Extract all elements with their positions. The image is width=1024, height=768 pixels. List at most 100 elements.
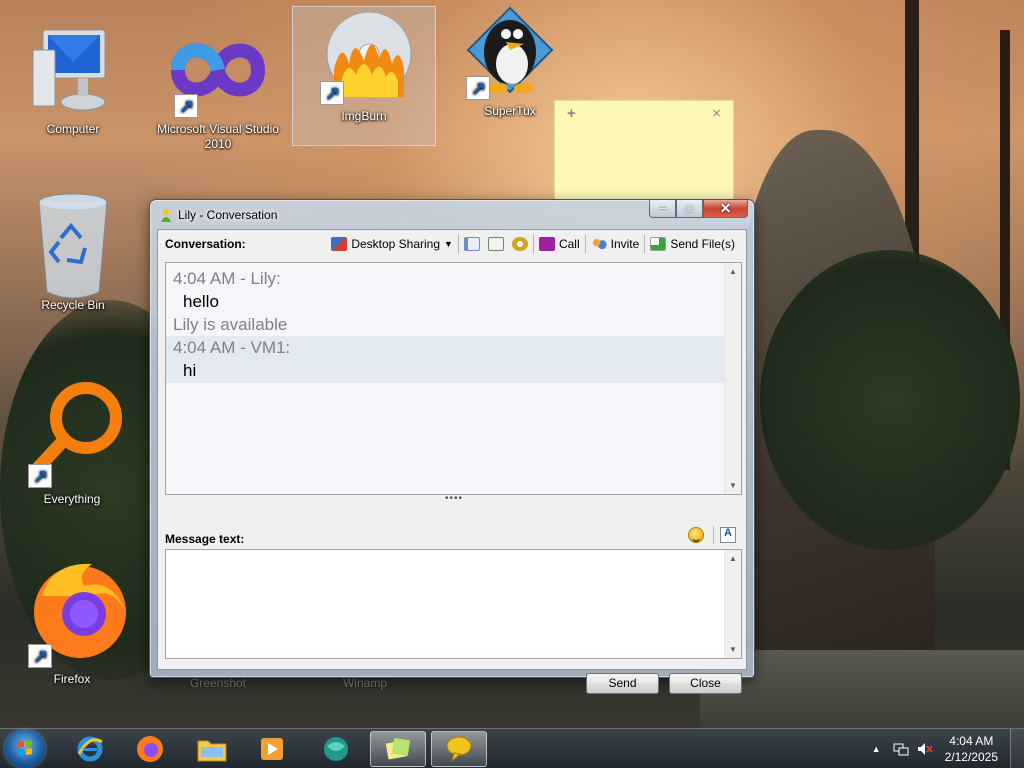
- invite-users-icon: [590, 237, 607, 251]
- window-title: Lily - Conversation: [178, 208, 278, 222]
- desktop-icon-recycle-bin[interactable]: Recycle Bin: [8, 192, 138, 313]
- toolbar-separator: [584, 235, 586, 253]
- toolbar-separator: [457, 235, 459, 253]
- toolbar-separator: [644, 235, 646, 253]
- taskbar-explorer[interactable]: [184, 731, 240, 767]
- scroll-up-arrow-icon[interactable]: ▲: [725, 263, 741, 280]
- close-button[interactable]: Close: [669, 673, 742, 694]
- desktop-icon-computer[interactable]: Computer: [8, 22, 138, 137]
- invite-button[interactable]: Invite: [587, 233, 644, 255]
- clock-time: 4:04 AM: [949, 734, 994, 748]
- message-text: hi: [183, 361, 197, 380]
- scroll-down-arrow-icon[interactable]: ▼: [725, 641, 741, 658]
- minimize-icon: ─: [658, 202, 667, 215]
- network-icon[interactable]: [893, 742, 909, 756]
- invite-label: Invite: [610, 237, 640, 251]
- window-close-button[interactable]: ✕: [703, 200, 748, 218]
- desktop-sharing-icon: [331, 237, 348, 251]
- desktop-icon-label: Microsoft Visual Studio 2010: [157, 122, 279, 151]
- visual-studio-icon: [168, 22, 268, 122]
- sticky-notes-icon: [385, 737, 411, 760]
- send-file-icon: [650, 237, 667, 251]
- show-hidden-icons-arrow-icon[interactable]: ▲: [872, 744, 881, 754]
- taskbar-sticky-notes[interactable]: [370, 731, 426, 767]
- background-foliage: [760, 250, 1020, 550]
- desktop-icon-everything[interactable]: Everything: [7, 378, 137, 507]
- games-button[interactable]: [508, 233, 532, 255]
- desktop-icon-label: Winamp: [342, 676, 387, 690]
- desktop-icon-label: Firefox: [53, 672, 91, 686]
- scroll-up-arrow-icon[interactable]: ▲: [725, 550, 741, 567]
- desktop-icon-imgburn[interactable]: ImgBurn: [292, 6, 436, 146]
- computer-icon: [23, 22, 123, 122]
- conversation-label: Conversation:: [165, 237, 246, 251]
- taskbar-clock[interactable]: 4:04 AM 2/12/2025: [945, 733, 998, 765]
- toolbar-separator: [532, 235, 534, 253]
- history-scrollbar[interactable]: ▲ ▼: [724, 263, 741, 494]
- show-desktop-button[interactable]: [1010, 729, 1024, 768]
- globe-icon: [324, 737, 348, 761]
- desktop-icon-label: Everything: [43, 492, 101, 506]
- chat-bubble-icon: [446, 736, 472, 763]
- minimize-button[interactable]: ─: [649, 200, 676, 218]
- recycle-bin-icon: [23, 192, 123, 299]
- desktop-icon-greenshot-label[interactable]: Greenshot: [153, 676, 283, 691]
- scroll-down-arrow-icon[interactable]: ▼: [725, 477, 741, 494]
- conversation-history[interactable]: 4:04 AM - Lily: hello Lily is available …: [165, 262, 742, 495]
- desktop-icon-visual-studio[interactable]: Microsoft Visual Studio 2010: [153, 22, 283, 152]
- toolbar-separator: [713, 526, 714, 544]
- taskbar-media-player[interactable]: [244, 731, 300, 767]
- close-icon: ✕: [719, 200, 732, 216]
- sticky-note[interactable]: + ×: [554, 100, 734, 200]
- message-text-label: Message text:: [165, 532, 245, 546]
- taskbar-firefox[interactable]: [122, 731, 178, 767]
- conversation-window[interactable]: Lily - Conversation ─ □ ✕ Conversation: …: [149, 199, 755, 694]
- message-input[interactable]: [166, 550, 724, 656]
- folder-icon: [197, 740, 227, 762]
- volume-muted-icon[interactable]: [917, 742, 933, 756]
- history-button[interactable]: [460, 233, 484, 255]
- call-button[interactable]: Call: [535, 233, 584, 255]
- everything-icon: [22, 378, 122, 488]
- desktop-icon-winamp-label[interactable]: Winamp: [300, 676, 430, 691]
- call-label: Call: [558, 237, 580, 251]
- desktop-sharing-button[interactable]: Desktop Sharing ▼: [327, 233, 457, 255]
- start-button[interactable]: [5, 730, 45, 768]
- taskbar-internet-explorer[interactable]: [62, 731, 118, 767]
- history-icon: [463, 237, 480, 251]
- desktop-icon-label: ImgBurn: [341, 109, 387, 123]
- sticky-close-button[interactable]: ×: [712, 105, 721, 122]
- message-text: hello: [183, 292, 219, 311]
- taskbar-network-app[interactable]: [308, 731, 364, 767]
- taskbar-messenger[interactable]: [431, 731, 487, 767]
- font-format-icon[interactable]: [720, 527, 736, 543]
- send-files-button[interactable]: Send File(s): [646, 233, 739, 255]
- buddy-app-icon: [161, 209, 171, 222]
- notes-button[interactable]: [484, 233, 508, 255]
- emoticon-icon[interactable]: [688, 527, 704, 543]
- message-meta: 4:04 AM - Lily:: [173, 269, 281, 288]
- chevron-down-icon: ▼: [444, 239, 453, 249]
- imgburn-icon: [314, 9, 414, 109]
- caption-buttons: ─ □ ✕: [649, 200, 748, 218]
- maximize-icon: □: [686, 202, 693, 215]
- sticky-add-button[interactable]: +: [567, 105, 576, 122]
- gear-icon: [511, 237, 528, 251]
- system-tray: ▲ 4:04 AM 2/12/2025: [872, 729, 1024, 768]
- input-scrollbar[interactable]: ▲ ▼: [724, 550, 741, 658]
- message-entry: 4:04 AM - Lily: hello: [166, 263, 741, 313]
- splitter-grip[interactable]: ••••: [445, 494, 463, 504]
- window-body: Conversation: Desktop Sharing ▼ Call Inv…: [157, 229, 747, 694]
- message-input-box[interactable]: ▲ ▼: [165, 549, 742, 659]
- window-titlebar[interactable]: Lily - Conversation: [160, 206, 277, 224]
- desktop-icon-firefox[interactable]: Firefox: [7, 556, 137, 687]
- send-files-label: Send File(s): [670, 237, 735, 251]
- shortcut-arrow-icon: [28, 464, 52, 488]
- message-meta: 4:04 AM - VM1:: [173, 338, 291, 357]
- shortcut-arrow-icon: [320, 81, 344, 105]
- send-button[interactable]: Send: [586, 673, 659, 694]
- message-entry: 4:04 AM - VM1: hi: [166, 336, 741, 383]
- desktop-icon-label: Computer: [46, 122, 100, 136]
- taskbar: ▲ 4:04 AM 2/12/2025: [0, 728, 1024, 768]
- maximize-button[interactable]: □: [676, 200, 703, 218]
